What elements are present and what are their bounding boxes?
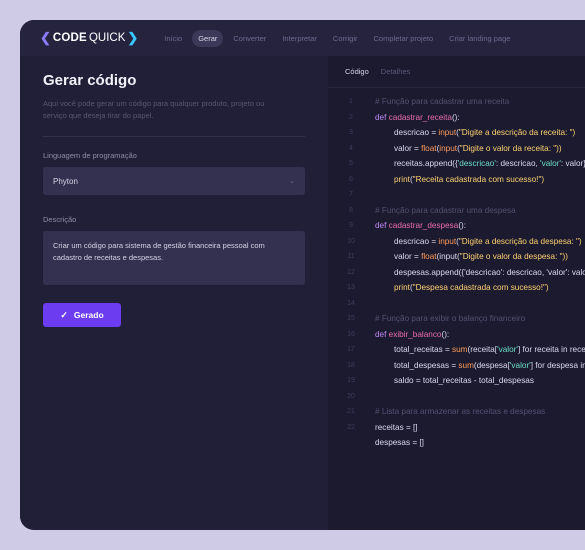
code-text: def exibir_balanco(): [375, 329, 450, 339]
code-text: descricao = input("Digite a descrição da… [394, 236, 582, 246]
app-window: ❮ CODE QUICK ❯ Início Gerar Converter In… [20, 20, 585, 530]
code-line: 10 descricao = input("Digite a descrição … [328, 236, 585, 252]
nav-converter[interactable]: Converter [227, 30, 272, 47]
code-text: # Função para cadastrar uma receita [375, 97, 510, 106]
code-line: 11 valor = float(input("Digite o valor da… [328, 251, 585, 267]
main-nav: Início Gerar Converter Interpretar Corri… [158, 29, 516, 47]
line-number: 2 [349, 113, 353, 121]
code-text: valor = float(input("Digite o valor da r… [394, 143, 562, 153]
line-number: 6 [349, 175, 353, 183]
line-number: 16 [347, 330, 355, 338]
code-text: print("Receita cadastrada com sucesso!") [394, 174, 545, 184]
line-number: 3 [349, 129, 353, 136]
line-number: 10 [347, 237, 355, 245]
line-number: 12 [347, 268, 355, 276]
code-line: 18 total_despesas = sum(despesa['valor'] … [328, 360, 585, 376]
line-number: 20 [347, 392, 355, 400]
code-text: valor = float(input("Digite o valor da d… [394, 252, 568, 261]
chevron-left-icon: ❮ [40, 30, 51, 45]
chevron-right-icon: ❯ [127, 30, 139, 45]
code-text: def cadastrar_receita(): [375, 112, 460, 122]
code-text: total_receitas = sum(receita['valor'] fo… [394, 345, 585, 354]
tab-detalhes[interactable]: Detalhes [381, 67, 411, 76]
output-tabs: Código Detalhes [328, 56, 585, 88]
line-number: 11 [347, 253, 355, 260]
code-line: despesas = [] [328, 437, 585, 453]
line-number: 4 [349, 144, 353, 152]
code-text: despesas = [] [375, 438, 424, 447]
code-line: 2 def cadastrar_receita(): [328, 112, 585, 128]
check-icon: ✓ [60, 309, 68, 320]
code-line: 15 # Função para exibir o balanço finance… [328, 313, 585, 329]
nav-completar-projeto[interactable]: Completar projeto [368, 30, 440, 47]
code-line: 3 descricao = input("Digite a descrição d… [328, 127, 585, 143]
page-subtitle: Aqui você pode gerar um código para qual… [43, 99, 265, 120]
code-line: 6 print("Receita cadastrada com sucesso!"… [328, 174, 585, 190]
code-text: despesas.append({'descricao': descricao,… [394, 267, 585, 277]
code-text: def cadastrar_despesa(): [375, 221, 467, 230]
code-line: 8 # Função para cadastrar uma despesa [328, 205, 585, 221]
code-text: print("Despesa cadastrada com sucesso!") [394, 283, 549, 292]
code-text: # Lista para armazenar as receitas e des… [375, 407, 546, 416]
code-text: total_despesas = sum(despesa['valor'] fo… [394, 360, 585, 370]
code-line: 4 valor = float(input("Digite o valor da … [328, 143, 585, 159]
code-line: 20 [328, 391, 585, 407]
code-text: # Função para exibir o balanço financeir… [375, 314, 526, 323]
code-line: 14 [328, 298, 585, 314]
nav-gerar[interactable]: Gerar [192, 29, 224, 47]
form-panel: Gerar código Aqui você pode gerar um cód… [20, 56, 328, 530]
code-text: receitas.append({'descricao': descricao,… [394, 159, 585, 168]
code-line: 17 total_receitas = sum(receita['valor'] … [328, 344, 585, 360]
logo-text-2: QUICK [88, 32, 126, 44]
code-line: 21 # Lista para armazenar as receitas e d… [328, 406, 585, 422]
line-number: 13 [347, 284, 355, 291]
line-number: 1 [349, 98, 353, 105]
top-navbar: ❮ CODE QUICK ❯ Início Gerar Converter In… [20, 20, 585, 56]
chevron-down-icon: ⌄ [289, 178, 295, 185]
line-number: 19 [347, 377, 355, 384]
code-line: 7 [328, 189, 585, 205]
code-text: descricao = input("Digite a descrição da… [394, 128, 576, 137]
code-block: 1 # Função para cadastrar uma receita 2 de… [328, 96, 585, 453]
line-number: 21 [347, 408, 355, 415]
code-line: 12 despesas.append({'descricao': descrica… [328, 267, 585, 283]
nav-interpretar[interactable]: Interpretar [276, 30, 323, 47]
nav-criar-landing-page[interactable]: Criar landing page [443, 30, 516, 47]
line-number: 22 [347, 423, 355, 431]
output-panel: Código Detalhes 1 # Função para cadastrar… [328, 56, 585, 530]
code-line: 16 def exibir_balanco(): [328, 329, 585, 345]
line-number: 14 [347, 299, 355, 307]
language-select[interactable]: Phyton ⌄ [43, 167, 305, 195]
language-select-value: Phyton [53, 176, 78, 186]
line-number: 15 [347, 315, 355, 322]
code-line: 19 saldo = total_receitas - total_despesa… [328, 375, 585, 391]
line-number: 17 [347, 346, 355, 353]
code-line: 5 receitas.append({'descricao': descricao… [328, 158, 585, 174]
nav-inicio[interactable]: Início [158, 30, 188, 47]
description-textarea[interactable]: Criar um código para sistema de gestão f… [43, 231, 305, 285]
code-line: 1 # Função para cadastrar uma receita [328, 96, 585, 112]
language-label: Linguagem de programação [43, 151, 137, 160]
code-line: 22 receitas = [] [328, 422, 585, 438]
divider [43, 136, 305, 137]
generate-button[interactable]: ✓ Gerado [43, 303, 121, 327]
code-line: 13 print("Despesa cadastrada com sucesso!… [328, 282, 585, 298]
generate-button-label: Gerado [73, 310, 104, 320]
line-number: 5 [349, 160, 353, 167]
nav-corrigir[interactable]: Corrigir [327, 30, 364, 47]
logo-text: CODE [52, 32, 87, 44]
code-line: 9 def cadastrar_despesa(): [328, 220, 585, 236]
code-text: saldo = total_receitas - total_despesas [394, 376, 534, 385]
line-number: 18 [347, 361, 355, 369]
line-number: 9 [349, 222, 353, 229]
description-label: Descrição [43, 215, 77, 224]
line-number: 7 [349, 191, 353, 198]
line-number: 8 [349, 206, 353, 214]
code-text: receitas = [] [375, 422, 418, 432]
code-text: # Função para cadastrar uma despesa [375, 205, 516, 215]
tab-codigo[interactable]: Código [345, 67, 369, 76]
logo[interactable]: ❮ CODE QUICK ❯ [40, 30, 138, 46]
page-title: Gerar código [43, 72, 137, 89]
